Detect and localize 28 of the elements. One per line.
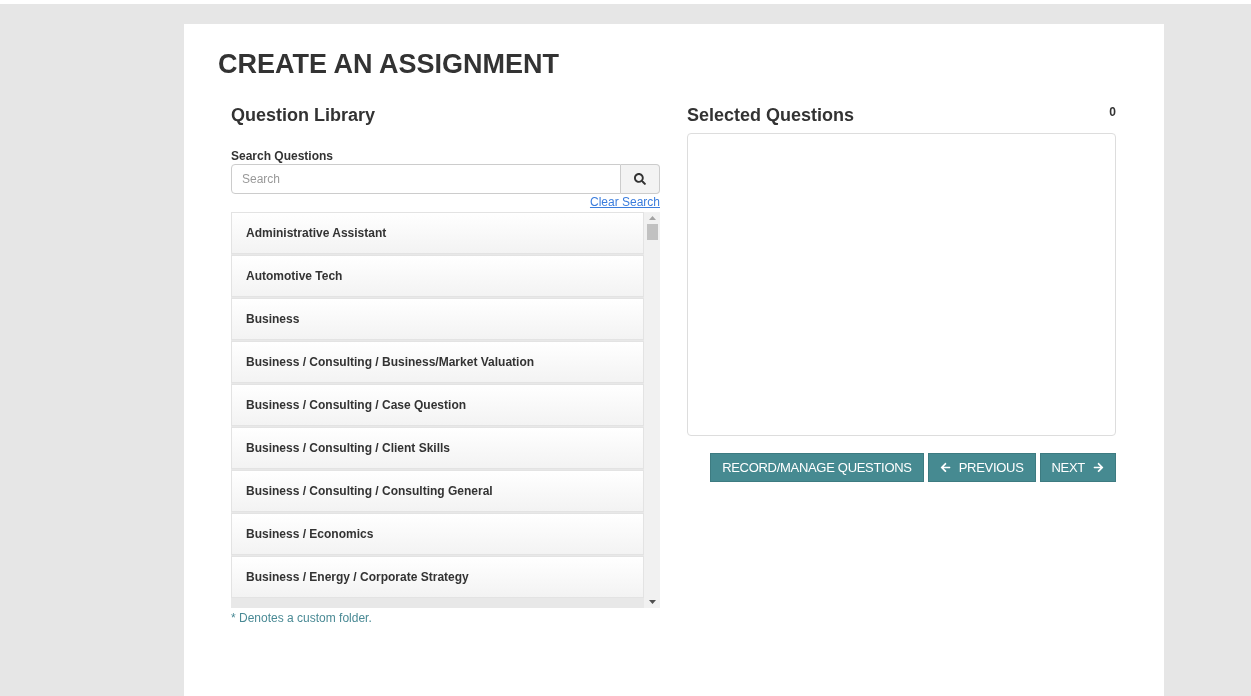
- folder-item[interactable]: Business / Consulting / Case Question: [231, 384, 644, 426]
- next-button[interactable]: NEXT: [1039, 453, 1116, 482]
- search-icon: [634, 173, 646, 185]
- page-title: CREATE AN ASSIGNMENT: [218, 48, 559, 80]
- footnote: * Denotes a custom folder.: [231, 610, 372, 627]
- folder-item[interactable]: Administrative Assistant: [231, 212, 644, 254]
- search-label: Search Questions: [231, 148, 334, 164]
- arrow-left-icon: [939, 462, 951, 473]
- folder-item[interactable]: Business / Consulting / Client Skills: [231, 427, 644, 469]
- scrollbar-thumb[interactable]: [646, 224, 658, 240]
- folder-item[interactable]: Business / Energy / Corporate Strategy: [231, 556, 644, 598]
- arrow-right-icon: [1093, 462, 1104, 473]
- record-manage-button[interactable]: RECORD/MANAGE QUESTIONS: [710, 453, 924, 482]
- folder-item[interactable]: Business: [231, 298, 644, 340]
- clear-search-link[interactable]: Clear Search: [589, 194, 660, 210]
- folder-item[interactable]: Business / Economics: [231, 513, 644, 555]
- search-button[interactable]: [621, 164, 660, 194]
- section-title: Selected Questions: [687, 104, 855, 127]
- previous-button[interactable]: PREVIOUS: [927, 453, 1036, 482]
- folder-item[interactable]: Business / Consulting / Consulting General: [231, 470, 644, 512]
- search-field[interactable]: Search: [231, 164, 621, 194]
- selected-count: 0: [1109, 104, 1116, 121]
- folder-item[interactable]: Automotive Tech: [231, 255, 644, 297]
- scrollbar[interactable]: [644, 212, 660, 608]
- scroll-down-icon: [648, 600, 656, 604]
- scroll-up-icon: [648, 216, 656, 220]
- folder-item[interactable]: Business / Consulting / Business/Market Valuation: [231, 341, 644, 383]
- section-title: Question Library: [231, 104, 376, 127]
